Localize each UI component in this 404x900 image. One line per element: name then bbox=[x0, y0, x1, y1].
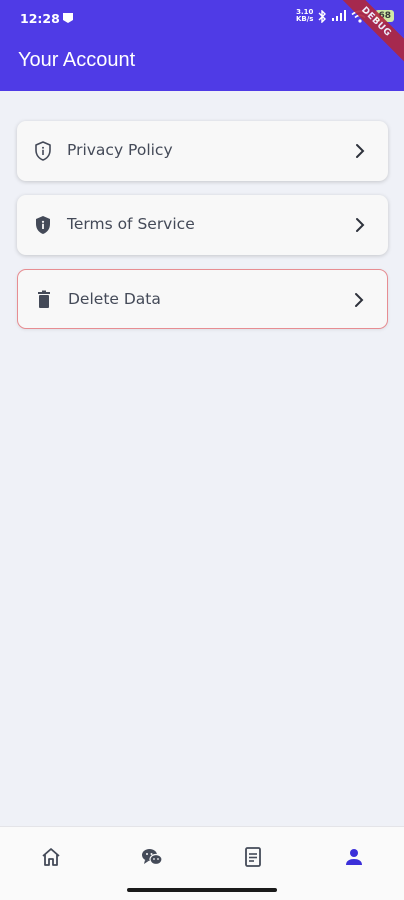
account-menu: Privacy Policy Terms of Service Delete D… bbox=[17, 121, 388, 343]
trash-icon bbox=[38, 290, 50, 308]
chevron-right-icon bbox=[355, 293, 364, 307]
shield-info-outline-icon bbox=[35, 141, 51, 161]
network-rate-unit: KB/s bbox=[295, 15, 314, 23]
delete-data-label: Delete Data bbox=[68, 290, 161, 308]
home-indicator[interactable] bbox=[127, 888, 277, 892]
delete-data-item[interactable]: Delete Data bbox=[17, 269, 388, 329]
notification-icon bbox=[63, 13, 73, 23]
privacy-policy-item[interactable]: Privacy Policy bbox=[17, 121, 388, 181]
terms-of-service-item[interactable]: Terms of Service bbox=[17, 195, 388, 255]
network-rate: 3.10 KB/s bbox=[296, 9, 313, 23]
home-icon[interactable] bbox=[39, 845, 63, 869]
chevron-right-icon bbox=[356, 144, 365, 158]
privacy-policy-label: Privacy Policy bbox=[67, 141, 173, 159]
signal-icon bbox=[332, 10, 347, 21]
app-header: 12:28 3.10 KB/s 68 DEBUG Your Account bbox=[0, 0, 404, 91]
document-icon[interactable] bbox=[241, 845, 265, 869]
shield-info-filled-icon bbox=[36, 216, 50, 234]
bluetooth-icon bbox=[318, 9, 327, 23]
chevron-right-icon bbox=[356, 218, 365, 232]
terms-of-service-label: Terms of Service bbox=[67, 215, 195, 233]
status-bar: 12:28 3.10 KB/s 68 bbox=[0, 0, 404, 34]
page-title: Your Account bbox=[18, 49, 136, 71]
person-icon[interactable] bbox=[342, 845, 366, 869]
chat-bubbles-icon[interactable] bbox=[140, 845, 164, 869]
status-time: 12:28 bbox=[20, 11, 60, 26]
